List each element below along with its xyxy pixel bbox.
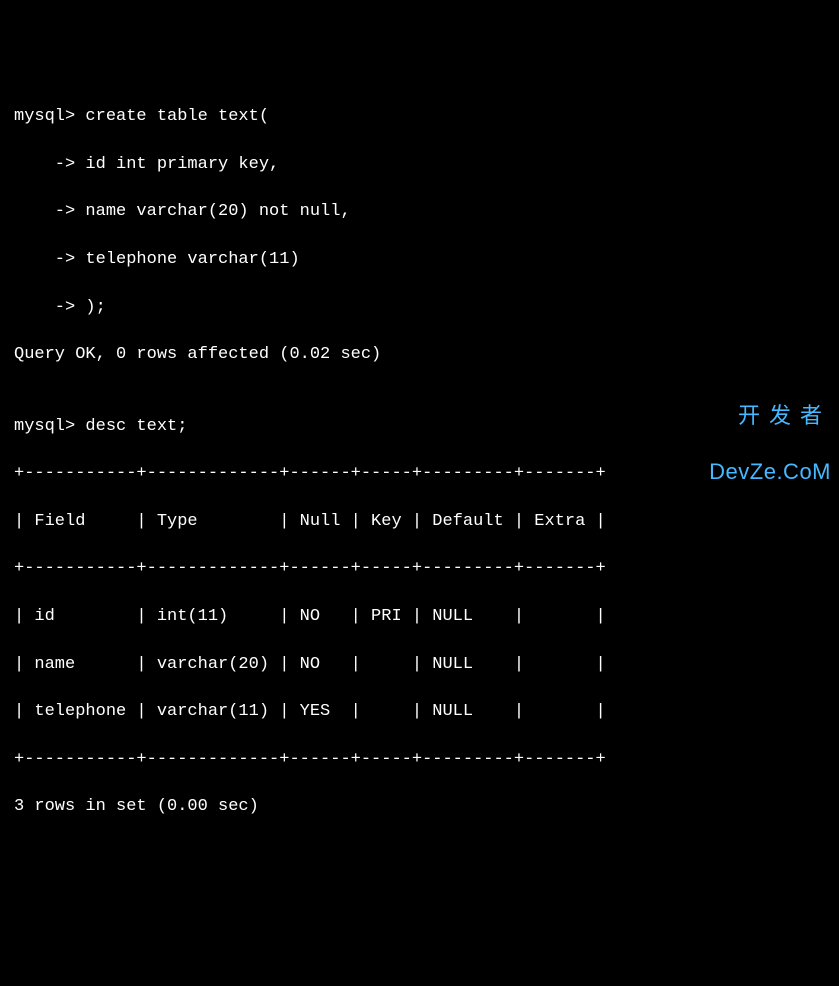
sql-line-telephone: -> telephone varchar(11) xyxy=(14,248,825,272)
table-border-bottom: +-----------+-------------+------+-----+… xyxy=(14,748,825,772)
sql-line-id: -> id int primary key, xyxy=(14,153,825,177)
table-border-header: +-----------+-------------+------+-----+… xyxy=(14,557,825,581)
sql-line-desc: mysql> desc text; xyxy=(14,415,825,439)
sql-line-name: -> name varchar(20) not null, xyxy=(14,200,825,224)
query-ok-status: Query OK, 0 rows affected (0.02 sec) xyxy=(14,343,825,367)
table-row: | telephone | varchar(11) | YES | | NULL… xyxy=(14,700,825,724)
table-border-top: +-----------+-------------+------+-----+… xyxy=(14,462,825,486)
sql-line-close: -> ); xyxy=(14,296,825,320)
rows-in-set-status: 3 rows in set (0.00 sec) xyxy=(14,795,825,819)
table-row: | name | varchar(20) | NO | | NULL | | xyxy=(14,653,825,677)
sql-line-create: mysql> create table text( xyxy=(14,105,825,129)
table-header: | Field | Type | Null | Key | Default | … xyxy=(14,510,825,534)
table-row: | id | int(11) | NO | PRI | NULL | | xyxy=(14,605,825,629)
